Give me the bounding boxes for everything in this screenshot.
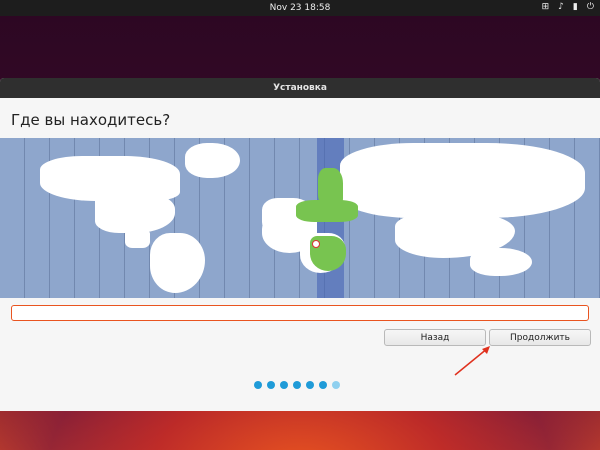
annotation-arrow <box>454 346 490 376</box>
